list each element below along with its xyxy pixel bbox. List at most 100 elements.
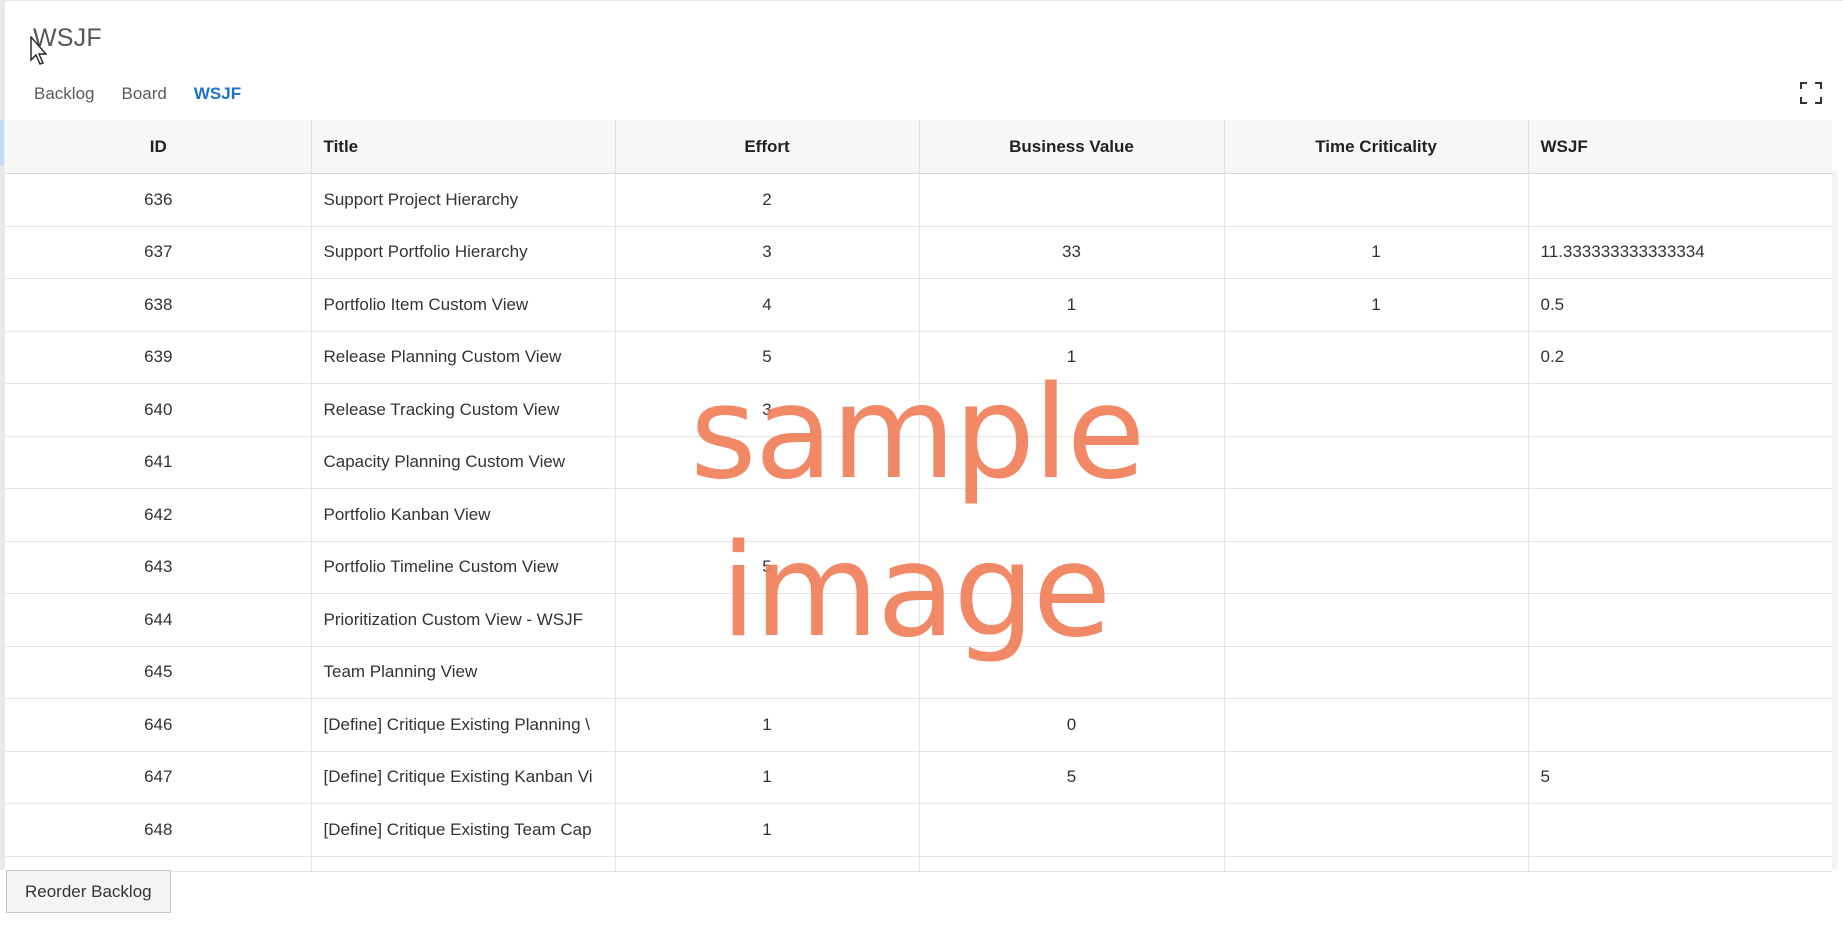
cell-time-criticality[interactable]: [1224, 593, 1529, 647]
cell-time-criticality[interactable]: [1224, 698, 1529, 752]
cell-business-value[interactable]: 1: [919, 331, 1225, 384]
cell-wsjf: 0.2: [1528, 331, 1832, 384]
cell-time-criticality[interactable]: [1224, 803, 1529, 857]
cell-title: [Define] Critique Existing Kanban Vi: [311, 751, 616, 804]
table-row[interactable]: 646 [Define] Critique Existing Planning …: [6, 698, 1832, 752]
cell-business-value[interactable]: 0: [919, 698, 1225, 752]
cell-effort[interactable]: 2: [615, 173, 920, 227]
cell-id: 642: [6, 488, 312, 542]
cell-wsjf: [1528, 803, 1832, 857]
cell-wsjf: 5: [1528, 751, 1832, 804]
cell-business-value[interactable]: [919, 541, 1225, 594]
cell-effort[interactable]: 1: [615, 698, 920, 752]
table-row[interactable]: 645 Team Planning View: [6, 646, 1832, 699]
cell-title: Release Tracking Custom View: [311, 383, 616, 437]
cell-title: Support Portfolio Hierarchy: [311, 226, 616, 279]
cell-title: Portfolio Item Custom View: [311, 278, 616, 332]
cell-id: 641: [6, 436, 312, 489]
reorder-backlog-button[interactable]: Reorder Backlog: [6, 870, 171, 913]
table-row[interactable]: 639 Release Planning Custom View 5 1 0.2: [6, 331, 1832, 384]
cell-id: 645: [6, 646, 312, 699]
cell-business-value[interactable]: [919, 383, 1225, 437]
row-selection-indicator: [0, 120, 4, 166]
cell-id: 644: [6, 593, 312, 647]
table-header-row: ID Title Effort Business Value Time Crit…: [6, 120, 1832, 174]
tab-wsjf[interactable]: WSJF: [194, 84, 241, 108]
cell-wsjf: [1528, 436, 1832, 489]
cell-effort[interactable]: 5: [615, 541, 920, 594]
cell-effort[interactable]: 1: [615, 751, 920, 804]
cell-business-value[interactable]: [919, 173, 1225, 227]
action-bar: Reorder Backlog: [6, 870, 1832, 930]
cell-id: 638: [6, 278, 312, 332]
cell-wsjf: [1528, 488, 1832, 542]
cell-id: 648: [6, 803, 312, 857]
cell-time-criticality[interactable]: [1224, 751, 1529, 804]
cell-business-value[interactable]: [919, 803, 1225, 857]
cell-time-criticality[interactable]: [1224, 488, 1529, 542]
cell-id: 643: [6, 541, 312, 594]
cell-time-criticality[interactable]: [1224, 331, 1529, 384]
cell-business-value[interactable]: [919, 646, 1225, 699]
cell-time-criticality[interactable]: [1224, 541, 1529, 594]
column-header-business-value[interactable]: Business Value: [919, 120, 1225, 174]
tab-board[interactable]: Board: [121, 84, 166, 108]
table-row[interactable]: 643 Portfolio Timeline Custom View 5: [6, 541, 1832, 594]
cell-effort[interactable]: [615, 593, 920, 647]
cell-title: Release Planning Custom View: [311, 331, 616, 384]
table-row[interactable]: 638 Portfolio Item Custom View 4 1 1 0.5: [6, 278, 1832, 332]
cell-title: Team Planning View: [311, 646, 616, 699]
cell-wsjf: [1528, 173, 1832, 227]
vertical-scrollbar[interactable]: [1832, 170, 1838, 870]
cell-time-criticality[interactable]: [1224, 436, 1529, 489]
cell-business-value[interactable]: 1: [919, 278, 1225, 332]
tab-backlog[interactable]: Backlog: [34, 84, 94, 108]
table-row[interactable]: 647 [Define] Critique Existing Kanban Vi…: [6, 751, 1832, 804]
cell-time-criticality[interactable]: [1224, 646, 1529, 699]
cell-effort[interactable]: 3: [615, 226, 920, 279]
table-row[interactable]: 637 Support Portfolio Hierarchy 3 33 1 1…: [6, 226, 1832, 279]
cell-time-criticality[interactable]: [1224, 383, 1529, 437]
cell-business-value[interactable]: [919, 436, 1225, 489]
cell-title: Prioritization Custom View - WSJF: [311, 593, 616, 647]
table-row[interactable]: 644 Prioritization Custom View - WSJF: [6, 593, 1832, 647]
cell-time-criticality[interactable]: 1: [1224, 226, 1529, 279]
cell-effort[interactable]: [615, 488, 920, 542]
cell-id: 636: [6, 173, 312, 227]
cell-title: Support Project Hierarchy: [311, 173, 616, 227]
table-row[interactable]: 641 Capacity Planning Custom View: [6, 436, 1832, 489]
table-row[interactable]: 642 Portfolio Kanban View: [6, 488, 1832, 542]
table-row[interactable]: 636 Support Project Hierarchy 2: [6, 173, 1832, 227]
column-header-id[interactable]: ID: [6, 120, 312, 174]
cell-effort[interactable]: 4: [615, 278, 920, 332]
cell-wsjf: [1528, 593, 1832, 647]
cell-title: Capacity Planning Custom View: [311, 436, 616, 489]
cell-effort[interactable]: 3: [615, 383, 920, 437]
column-header-wsjf[interactable]: WSJF: [1528, 120, 1832, 174]
table-row[interactable]: 640 Release Tracking Custom View 3: [6, 383, 1832, 437]
cell-effort[interactable]: [615, 436, 920, 489]
cell-effort[interactable]: 5: [615, 331, 920, 384]
cell-business-value[interactable]: 33: [919, 226, 1225, 279]
cell-title: [Define] Critique Existing Team Cap: [311, 803, 616, 857]
column-header-title[interactable]: Title: [311, 120, 616, 174]
cell-wsjf: [1528, 698, 1832, 752]
cell-wsjf: [1528, 383, 1832, 437]
table-row[interactable]: 648 [Define] Critique Existing Team Cap …: [6, 803, 1832, 857]
cell-business-value[interactable]: [919, 593, 1225, 647]
cell-title: [Define] Critique Existing Planning \: [311, 698, 616, 752]
cell-effort[interactable]: 1: [615, 803, 920, 857]
cell-effort[interactable]: [615, 646, 920, 699]
column-header-effort[interactable]: Effort: [615, 120, 920, 174]
column-header-time-criticality[interactable]: Time Criticality: [1224, 120, 1529, 174]
expand-icon[interactable]: [1800, 82, 1822, 104]
cell-wsjf: 0.5: [1528, 278, 1832, 332]
cell-title: Portfolio Kanban View: [311, 488, 616, 542]
cell-business-value[interactable]: [919, 488, 1225, 542]
cell-id: 640: [6, 383, 312, 437]
wsjf-grid: ID Title Effort Business Value Time Crit…: [6, 120, 1832, 872]
cell-business-value[interactable]: 5: [919, 751, 1225, 804]
cell-time-criticality[interactable]: 1: [1224, 278, 1529, 332]
cell-time-criticality[interactable]: [1224, 173, 1529, 227]
cell-wsjf: [1528, 541, 1832, 594]
